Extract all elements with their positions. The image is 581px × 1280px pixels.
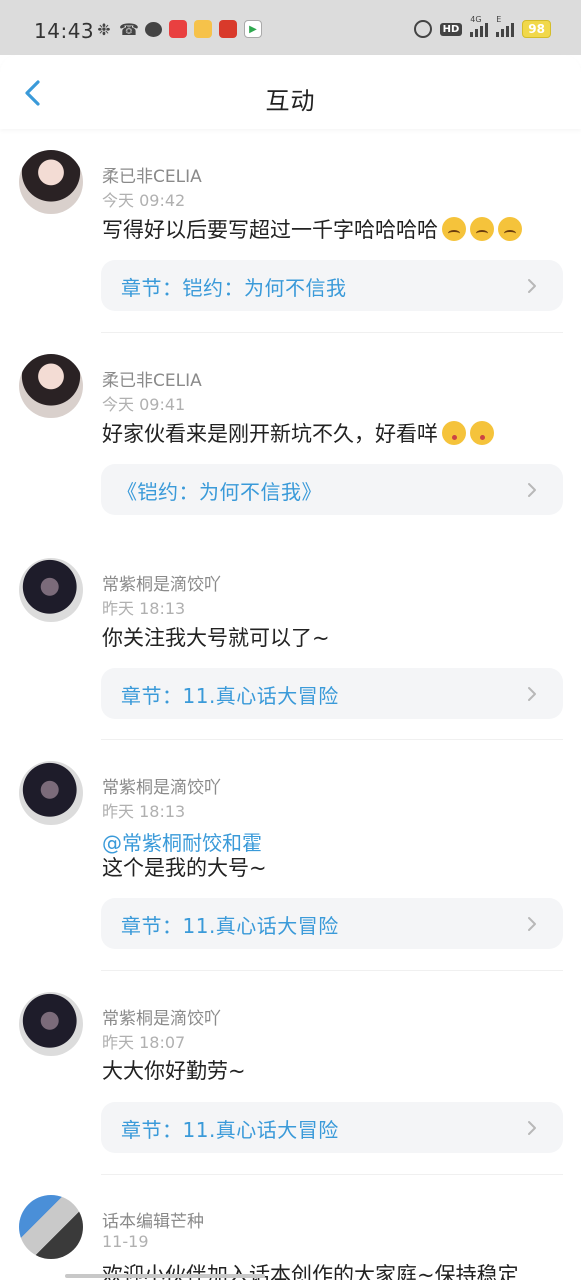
upside-down-face-icon — [498, 217, 522, 241]
comment-text: 好家伙看来是刚开新坑不久，好看咩 — [102, 420, 494, 448]
avatar[interactable] — [19, 1195, 83, 1259]
timestamp: 今天 09:41 — [102, 395, 186, 414]
timestamp: 今天 09:42 — [102, 191, 186, 210]
status-bar: 14:43 ❉ ☎ ▶ HD 4G E 98 — [0, 0, 581, 55]
battery-indicator: 98 — [522, 20, 551, 38]
list-item[interactable]: 常紫桐是滴饺吖 昨天 18:13 @常紫桐耐饺和霍 这个是我的大号~ 章节：11… — [0, 740, 581, 972]
timestamp: 昨天 18:13 — [102, 802, 186, 821]
signal-icon: E — [496, 15, 515, 37]
home-indicator[interactable] — [65, 1274, 265, 1278]
chapter-card-label: 章节：11.真心话大冒险 — [121, 684, 339, 708]
avatar[interactable] — [19, 761, 83, 825]
network-label: E — [496, 15, 502, 24]
list-item[interactable]: 常紫桐是滴饺吖 昨天 18:07 大大你好勤劳~ 章节：11.真心话大冒险 — [0, 972, 581, 1176]
list-item[interactable]: 柔已非CELIA 今天 09:41 好家伙看来是刚开新坑不久，好看咩 《铠约：为… — [0, 333, 581, 537]
user-name[interactable]: 柔已非CELIA — [102, 162, 202, 187]
comment-text: 你关注我大号就可以了~ — [102, 626, 330, 650]
list-item[interactable]: 话本编辑芒种 11-19 欢迎小伙伴加入话本创作的大家庭~保持稳定 — [0, 1176, 581, 1280]
avatar[interactable] — [19, 558, 83, 622]
mention-link[interactable]: @常紫桐耐饺和霍 — [102, 827, 262, 856]
avatar[interactable] — [19, 992, 83, 1056]
app-notification-icon — [194, 20, 212, 38]
user-name[interactable]: 话本编辑芒种 — [102, 1207, 204, 1232]
comment-text: 写得好以后要写超过一千字哈哈哈哈 — [102, 216, 522, 244]
user-name[interactable]: 柔已非CELIA — [102, 366, 202, 391]
list-item[interactable]: 柔已非CELIA 今天 09:42 写得好以后要写超过一千字哈哈哈哈 章节：铠约… — [0, 129, 581, 333]
nav-bar: 互动 — [0, 55, 581, 129]
user-name[interactable]: 常紫桐是滴饺吖 — [102, 570, 221, 595]
play-store-icon: ▶ — [244, 20, 262, 38]
timestamp: 11-19 — [102, 1232, 149, 1251]
user-name[interactable]: 常紫桐是滴饺吖 — [102, 1004, 221, 1029]
signal-icon: 4G — [470, 15, 489, 37]
chevron-right-icon — [528, 917, 536, 931]
chapter-card[interactable]: 章节：11.真心话大冒险 — [101, 898, 563, 949]
chevron-right-icon — [528, 483, 536, 497]
chapter-card-label: 章节：11.真心话大冒险 — [121, 914, 339, 938]
book-card-label: 《铠约：为何不信我》 — [117, 480, 322, 504]
wechat-icon: ❉ — [97, 19, 111, 39]
kissing-face-icon — [470, 421, 494, 445]
timestamp: 昨天 18:13 — [102, 599, 186, 618]
chevron-right-icon — [528, 279, 536, 293]
system-icons: HD 4G E 98 — [413, 15, 551, 38]
comment-text-body: 写得好以后要写超过一千字哈哈哈哈 — [102, 218, 438, 242]
comment-text: 这个是我的大号~ — [102, 856, 267, 880]
notification-icons: ❉ ☎ ▶ — [95, 19, 262, 39]
book-card[interactable]: 《铠约：为何不信我》 — [101, 464, 563, 515]
comment-text-body: 好家伙看来是刚开新坑不久，好看咩 — [102, 422, 438, 446]
timestamp: 昨天 18:07 — [102, 1033, 186, 1052]
comment-text: 大大你好勤劳~ — [102, 1059, 246, 1083]
list-item[interactable]: 常紫桐是滴饺吖 昨天 18:13 你关注我大号就可以了~ 章节：11.真心话大冒… — [0, 537, 581, 740]
user-name[interactable]: 常紫桐是滴饺吖 — [102, 773, 221, 798]
message-icon — [145, 21, 162, 37]
chevron-right-icon — [528, 687, 536, 701]
upside-down-face-icon — [442, 217, 466, 241]
avatar[interactable] — [19, 150, 83, 214]
app-notification-icon — [219, 20, 237, 38]
divider — [101, 970, 563, 971]
upside-down-face-icon — [470, 217, 494, 241]
chapter-card[interactable]: 章节：铠约：为何不信我 — [101, 260, 563, 311]
kissing-face-icon — [442, 421, 466, 445]
alarm-icon — [413, 20, 432, 38]
divider — [101, 1174, 563, 1175]
app-notification-icon — [169, 20, 187, 38]
network-label: 4G — [470, 15, 482, 24]
page-title: 互动 — [265, 87, 316, 115]
chapter-card-label: 章节：11.真心话大冒险 — [121, 1118, 339, 1142]
hd-icon: HD — [439, 22, 463, 36]
missed-call-icon: ☎ — [119, 19, 139, 39]
chapter-card-label: 章节：铠约：为何不信我 — [121, 276, 347, 300]
avatar[interactable] — [19, 354, 83, 418]
status-time: 14:43 — [34, 19, 95, 43]
chapter-card[interactable]: 章节：11.真心话大冒险 — [101, 668, 563, 719]
chapter-card[interactable]: 章节：11.真心话大冒险 — [101, 1102, 563, 1153]
chevron-right-icon — [528, 1121, 536, 1135]
